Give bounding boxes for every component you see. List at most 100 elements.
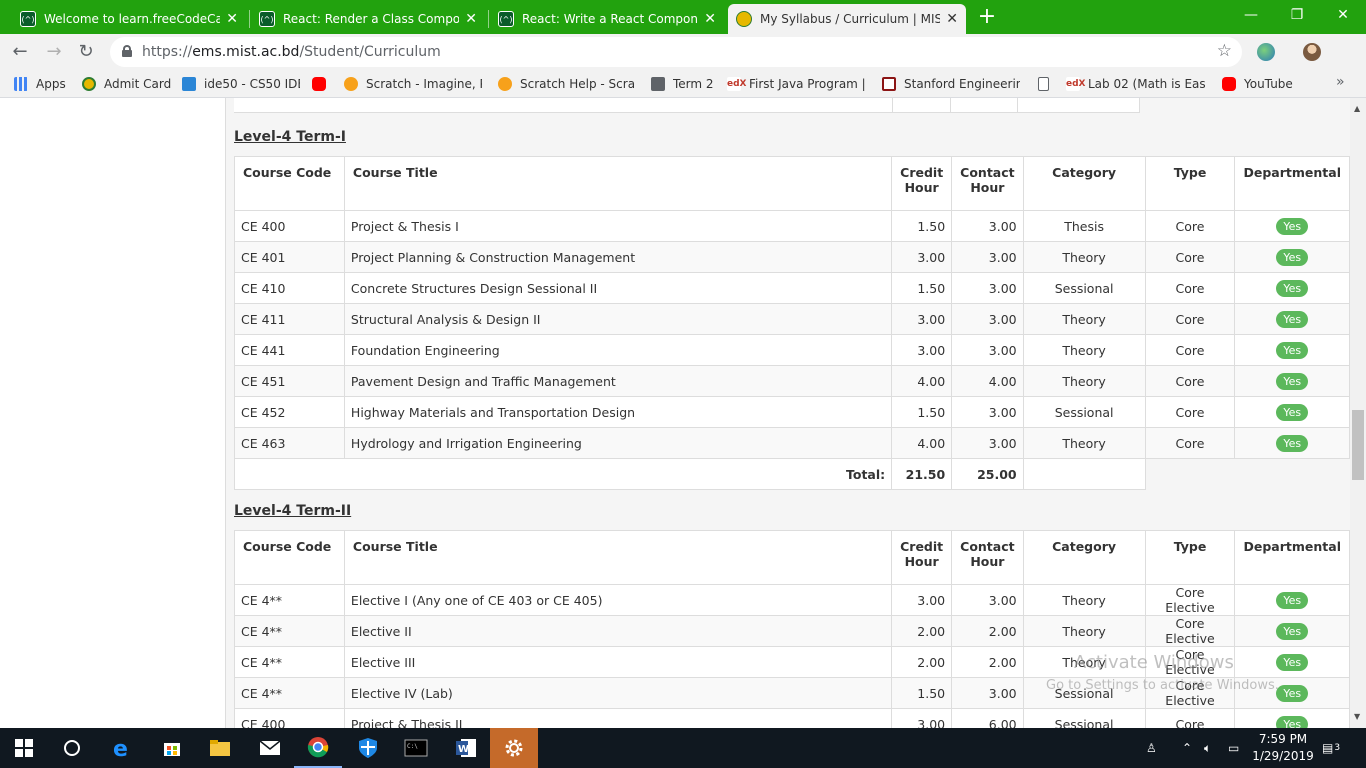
taskbar-terminal[interactable]: C:\ <box>392 728 440 768</box>
minimize-button[interactable]: — <box>1228 0 1274 30</box>
course-title-cell: Pavement Design and Traffic Management <box>343 365 893 397</box>
taskbar-word[interactable]: W <box>442 728 490 768</box>
taskbar-settings[interactable] <box>490 728 538 768</box>
table-row: CE 400 Project & Thesis II 3.00 6.00 Session… <box>234 708 1350 728</box>
credit-hour-cell: 4.00 <box>891 365 953 397</box>
close-tab-icon[interactable]: ✕ <box>704 11 716 27</box>
bookmark-youtube[interactable]: YouTube <box>1222 76 1298 92</box>
close-tab-icon[interactable]: ✕ <box>946 11 958 27</box>
folder-icon <box>651 77 665 91</box>
header-course-title: Course Title <box>343 156 893 211</box>
address-bar[interactable]: https://ems.mist.ac.bd/Student/Curriculu… <box>110 37 1242 67</box>
close-tab-icon[interactable]: ✕ <box>465 11 477 27</box>
scrollbar-thumb[interactable] <box>1352 410 1364 480</box>
course-title-cell: Elective IV (Lab) <box>343 677 893 709</box>
defender-icon <box>359 738 377 758</box>
table-row: CE 400 Project & Thesis I 1.50 3.00 Thesis Co… <box>234 210 1350 242</box>
category-cell: Thesis <box>1022 210 1146 242</box>
term-heading: Level-4 Term-I <box>234 129 346 145</box>
taskbar-mail[interactable] <box>246 728 294 768</box>
forward-button[interactable]: → <box>42 40 66 64</box>
contact-hour-cell: 3.00 <box>951 677 1024 709</box>
bookmark-apps[interactable]: Apps <box>14 76 74 92</box>
departmental-cell: Yes <box>1234 303 1350 335</box>
course-code-cell: CE 400 <box>234 210 345 242</box>
contact-hour-cell: 3.00 <box>951 241 1024 273</box>
bookmark-stanford[interactable]: Stanford Engineering <box>882 76 1020 92</box>
departmental-badge: Yes <box>1276 341 1309 359</box>
contact-hour-cell: 2.00 <box>951 615 1024 647</box>
bookmarks-bar: Apps Admit Card ide50 - CS50 IDE Scratch… <box>0 70 1366 98</box>
youtube-icon <box>1222 77 1236 91</box>
bookmark-star-icon[interactable]: ☆ <box>1217 41 1232 61</box>
maximize-button[interactable]: ❐ <box>1274 0 1320 30</box>
tab-separator <box>249 10 250 28</box>
tab-freecodecamp[interactable]: (^) Welcome to learn.freeCodeCamp ✕ <box>12 4 246 34</box>
volume-icon[interactable]: 🔈︎ <box>1204 728 1211 768</box>
mist-logo-icon <box>736 11 752 27</box>
course-code-cell: CE 4** <box>234 584 345 616</box>
battery-icon[interactable]: ▭ <box>1228 728 1239 768</box>
course-title-cell: Hydrology and Irrigation Engineering <box>343 427 893 459</box>
bookmark-lab-02[interactable]: edX Lab 02 (Math is Easy) <box>1066 76 1206 92</box>
windows-start-button[interactable] <box>0 728 48 768</box>
system-clock[interactable]: 7:59 PM 1/29/2019 <box>1248 731 1318 765</box>
bookmarks-overflow-button[interactable]: » <box>1336 74 1345 90</box>
taskbar-store[interactable] <box>148 728 196 768</box>
activate-windows-hint: Go to Settings to activate Windows. <box>1046 678 1279 693</box>
bookmark-term-2[interactable]: Term 2 <box>651 76 715 92</box>
bookmark-document[interactable] <box>1038 76 1054 92</box>
tab-react-write[interactable]: (^) React: Write a React Component ✕ <box>490 4 724 34</box>
taskbar-chrome[interactable] <box>294 728 342 768</box>
show-hidden-icons-chevron-icon[interactable]: ⌃ <box>1182 728 1192 768</box>
extension-globe-icon[interactable] <box>1257 43 1275 61</box>
store-icon <box>164 743 180 756</box>
departmental-cell: Yes <box>1234 334 1350 366</box>
bookmark-scratch-help[interactable]: Scratch Help - Scratc <box>498 76 634 92</box>
bookmark-first-java[interactable]: edX First Java Program | F <box>727 76 867 92</box>
header-course-title: Course Title <box>343 530 893 585</box>
terminal-icon: C:\ <box>404 739 428 757</box>
contact-hour-cell: 3.00 <box>951 303 1024 335</box>
clock-date: 1/29/2019 <box>1252 749 1314 763</box>
page-scrollbar[interactable]: ▲ ▼ <box>1350 98 1366 728</box>
new-tab-button[interactable]: + <box>976 4 998 30</box>
bookmark-admit-card[interactable]: Admit Card <box>82 76 172 92</box>
bookmark-cs50-ide[interactable]: ide50 - CS50 IDE <box>182 76 300 92</box>
tab-strip: (^) Welcome to learn.freeCodeCamp ✕ (^) … <box>0 0 1366 34</box>
scroll-up-arrow-icon[interactable]: ▲ <box>1354 104 1360 113</box>
taskbar-defender[interactable] <box>344 728 392 768</box>
departmental-cell: Yes <box>1234 365 1350 397</box>
type-cell: Core <box>1144 334 1236 366</box>
course-code-cell: CE 451 <box>234 365 345 397</box>
bookmark-youtube-1[interactable] <box>312 76 330 92</box>
course-code-cell: CE 4** <box>234 677 345 709</box>
close-tab-icon[interactable]: ✕ <box>226 11 238 27</box>
back-button[interactable]: ← <box>8 40 32 64</box>
svg-text:W: W <box>458 744 469 755</box>
category-cell: Theory <box>1022 427 1146 459</box>
tab-mist-curriculum[interactable]: My Syllabus / Curriculum | MIST ✕ <box>728 4 966 34</box>
cortana-button[interactable] <box>48 728 96 768</box>
close-window-button[interactable]: ✕ <box>1320 0 1366 30</box>
mail-icon <box>259 740 281 755</box>
tab-title: React: Write a React Component <box>522 12 699 26</box>
action-center-button[interactable]: ▤ 3 <box>1322 728 1340 768</box>
reload-button[interactable]: ↻ <box>74 40 98 64</box>
contact-hour-cell: 3.00 <box>951 272 1024 304</box>
table-row: CE 401 Project Planning & Construction Ma… <box>234 241 1350 273</box>
bookmark-scratch[interactable]: Scratch - Imagine, Pr <box>344 76 482 92</box>
scroll-down-arrow-icon[interactable]: ▼ <box>1354 712 1360 721</box>
category-cell: Theory <box>1022 365 1146 397</box>
type-cell: Core Elective <box>1144 584 1236 616</box>
header-credit-hour: Credit Hour <box>891 530 953 585</box>
course-code-cell: CE 411 <box>234 303 345 335</box>
taskbar-edge[interactable]: e <box>98 728 146 768</box>
profile-avatar[interactable] <box>1303 43 1321 61</box>
tab-react-render[interactable]: (^) React: Render a Class Componen ✕ <box>251 4 485 34</box>
edx-icon: edX <box>1066 77 1086 91</box>
previous-term-total-row <box>234 98 1339 113</box>
taskbar-file-explorer[interactable] <box>196 728 244 768</box>
tab-title: Welcome to learn.freeCodeCamp <box>44 12 221 26</box>
people-icon[interactable]: ♙ <box>1146 728 1157 768</box>
